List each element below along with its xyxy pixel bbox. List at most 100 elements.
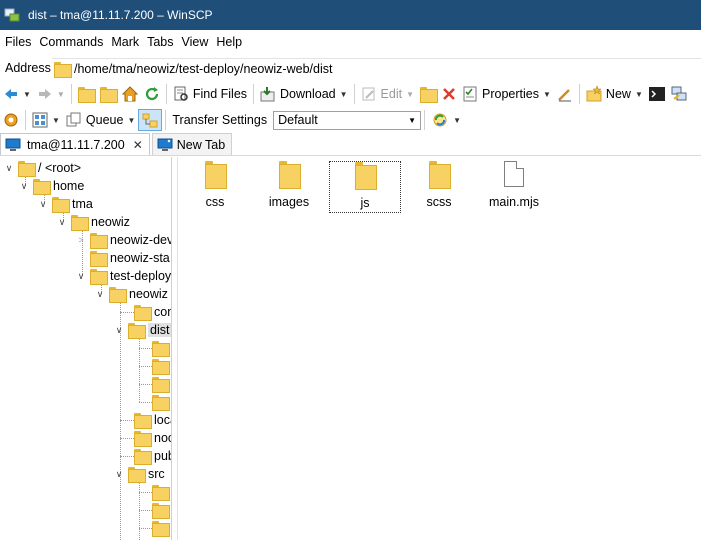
download-button[interactable]: Download ▼	[257, 83, 351, 105]
sync-icon	[433, 113, 447, 127]
tree-item-home[interactable]: ∨ home	[19, 177, 84, 195]
file-item-css[interactable]: css	[179, 161, 251, 213]
tree-item-neowiz[interactable]: ∨ neowiz	[57, 213, 130, 231]
find-files-button[interactable]: Find Files	[170, 83, 250, 105]
tree-item-src[interactable]: ∨ src	[114, 465, 165, 483]
chevron-down-icon[interactable]: ∨	[95, 289, 105, 300]
chevron-down-icon[interactable]: ∨	[4, 163, 14, 174]
tree-item-dist-child[interactable]	[152, 339, 170, 357]
chevron-down-icon: ▼	[127, 115, 136, 125]
root-directory-button[interactable]	[97, 83, 119, 105]
tree-item-dist-child[interactable]	[152, 393, 170, 411]
tree-item-con[interactable]: con	[120, 303, 171, 321]
folder-icon	[134, 431, 152, 447]
file-list: css images js scss main.mjs	[178, 157, 701, 540]
tree-item-test-deploy[interactable]: ∨ test-deploy	[76, 267, 171, 285]
chevron-down-icon[interactable]: ∨	[76, 271, 86, 282]
tree-item-label: dist	[148, 323, 171, 337]
properties-label: Properties	[482, 87, 539, 101]
tab-session[interactable]: tma@11.11.7.200 ✕	[0, 133, 150, 155]
transfer-settings-select[interactable]: Default ▼	[273, 110, 422, 130]
open-terminal-button[interactable]	[646, 83, 668, 105]
address-label: Address	[5, 61, 51, 75]
refresh-button[interactable]	[141, 83, 163, 105]
tree-item-label: con	[154, 305, 171, 319]
back-button[interactable]: ▼	[0, 83, 34, 105]
file-item-images[interactable]: images	[253, 161, 325, 213]
chevron-down-icon[interactable]: ∨	[57, 217, 67, 228]
tree-item-label: neowiz	[129, 287, 168, 301]
tree-item-neowiz-dev[interactable]: > neowiz-dev	[76, 231, 171, 249]
chevron-down-icon[interactable]: ∨	[114, 469, 124, 480]
address-path[interactable]: /home/tma/neowiz/test-deploy/neowiz-web/…	[74, 62, 332, 76]
chevron-down-icon[interactable]: ∨	[19, 181, 29, 192]
tree-folder-icon	[142, 113, 158, 128]
tree-item-tma[interactable]: ∨ tma	[38, 195, 93, 213]
file-item-main-mjs[interactable]: main.mjs	[478, 161, 550, 213]
tree-item-neowiz-sta[interactable]: neowiz-sta	[76, 249, 170, 267]
tree-item-local[interactable]: loca	[120, 411, 171, 429]
putty-button[interactable]	[668, 83, 690, 105]
tab-session-label: tma@11.11.7.200	[27, 137, 125, 152]
tree-item-dist-child[interactable]	[152, 357, 170, 375]
tree-toggle-button[interactable]	[138, 109, 163, 131]
menu-mark[interactable]: Mark	[107, 30, 143, 54]
tree-item-label: neowiz-sta	[110, 251, 170, 265]
properties-button[interactable]: Properties ▼	[459, 83, 554, 105]
forward-button[interactable]: ▼	[34, 83, 68, 105]
home-button[interactable]	[119, 83, 141, 105]
folder-icon	[152, 359, 170, 375]
address-field[interactable]: /home/tma/neowiz/test-deploy/neowiz-web/…	[52, 58, 701, 78]
file-item-js[interactable]: js	[329, 161, 401, 213]
tab-new[interactable]: New Tab	[151, 133, 233, 155]
preferences-button[interactable]	[0, 109, 22, 131]
address-bar: Address /home/tma/neowiz/test-deploy/neo…	[0, 56, 701, 80]
separator	[25, 110, 26, 130]
folder-icon	[152, 395, 170, 411]
chevron-down-icon[interactable]: ∨	[38, 199, 48, 210]
file-item-scss[interactable]: scss	[403, 161, 475, 213]
tree-item-dist[interactable]: ∨ dist	[114, 321, 171, 339]
queue-button[interactable]: Queue ▼	[63, 109, 138, 131]
menu-help[interactable]: Help	[212, 30, 246, 54]
synchronize-button[interactable]: ▼	[428, 109, 464, 131]
session-tabs: tma@11.11.7.200 ✕ New Tab	[0, 133, 701, 156]
tree-item-src-child[interactable]	[152, 501, 170, 519]
close-icon[interactable]: ✕	[133, 138, 143, 152]
tree-item-node[interactable]: noc	[120, 429, 171, 447]
edit-button[interactable]: Edit ▼	[358, 83, 417, 105]
delete-button[interactable]	[439, 83, 459, 105]
chevron-down-icon: ▼	[634, 89, 643, 99]
chevron-right-icon[interactable]: >	[76, 235, 86, 245]
menu-view[interactable]: View	[178, 30, 213, 54]
menu-tabs[interactable]: Tabs	[143, 30, 177, 54]
new-button[interactable]: New ▼	[583, 83, 646, 105]
copy-to-folder-button[interactable]	[417, 83, 439, 105]
rename-button[interactable]	[554, 83, 576, 105]
tree-item-label: noc	[154, 431, 171, 445]
folder-icon	[52, 197, 70, 213]
terminal-icon	[648, 87, 665, 101]
menu-files[interactable]: Files	[0, 30, 35, 54]
file-name: main.mjs	[488, 195, 539, 209]
download-label: Download	[280, 87, 336, 101]
tree-item-src-child[interactable]	[152, 519, 170, 537]
menu-commands[interactable]: Commands	[35, 30, 107, 54]
chevron-down-icon[interactable]: ∨	[114, 325, 124, 336]
folder-icon	[152, 341, 170, 357]
tree-item-src-child[interactable]	[152, 483, 170, 501]
folder-icon	[90, 233, 108, 249]
chevron-down-icon: ▼	[56, 89, 65, 99]
gear-icon	[4, 113, 18, 127]
tree-item-root[interactable]: ∨ / <root>	[4, 159, 81, 177]
window-title: dist – tma@11.11.7.200 – WinSCP	[28, 8, 213, 22]
folder-icon	[152, 521, 170, 537]
view-mode-button[interactable]: ▼	[29, 109, 63, 131]
edit-label: Edit	[380, 87, 403, 101]
tree-item-pub[interactable]: pub	[120, 447, 171, 465]
tree-item-neowiz-web[interactable]: ∨ neowiz	[95, 285, 168, 303]
parent-directory-button[interactable]	[75, 83, 97, 105]
separator	[353, 84, 355, 104]
forward-arrow-icon	[38, 89, 51, 99]
tree-item-dist-child[interactable]	[152, 375, 170, 393]
